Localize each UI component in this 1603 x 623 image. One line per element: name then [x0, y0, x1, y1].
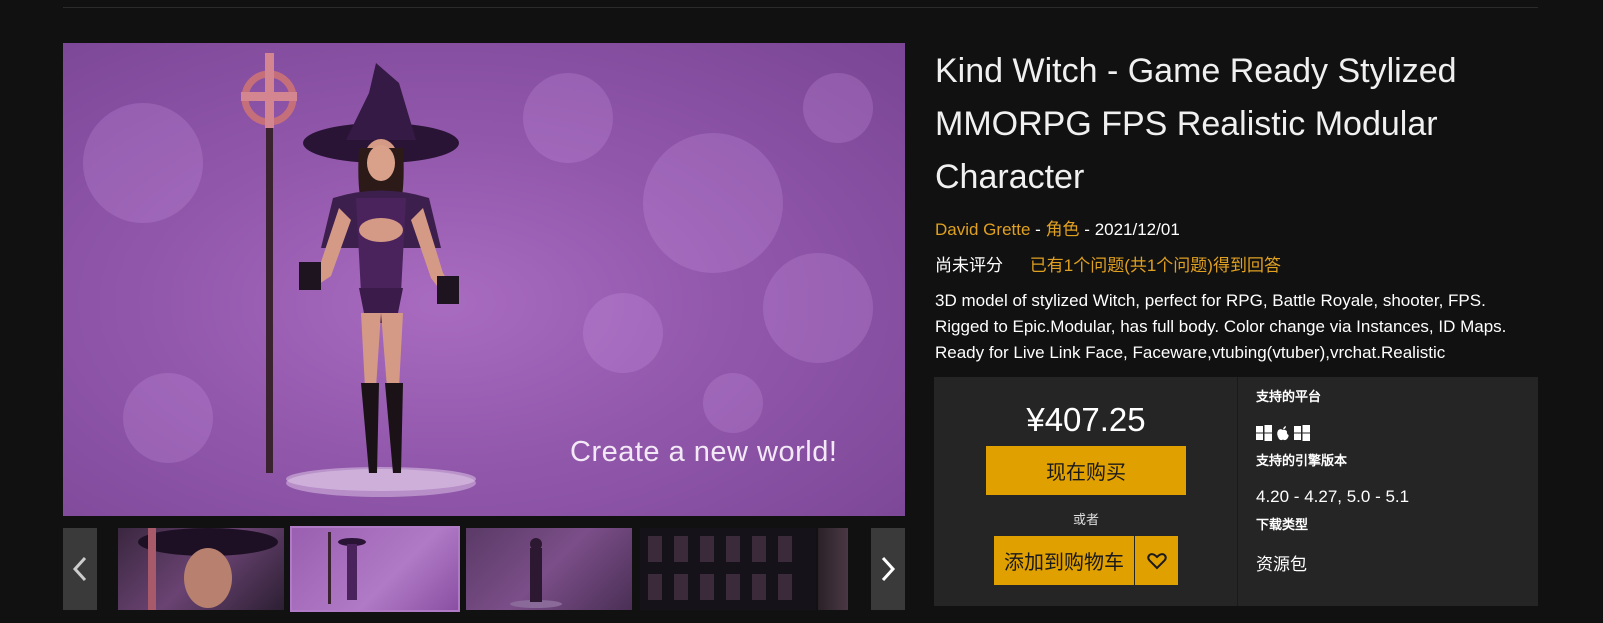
thumbnail-4[interactable] [640, 528, 816, 610]
release-date: 2021/12/01 [1094, 220, 1180, 239]
bokeh-light [583, 293, 663, 373]
product-title: Kind Witch - Game Ready Stylized MMORPG … [935, 52, 1457, 196]
chevron-left-icon [72, 556, 87, 582]
product-description: 3D model of stylized Witch, perfect for … [935, 291, 1507, 362]
engine-versions-label: 支持的引擎版本 [1256, 453, 1348, 468]
bokeh-light [123, 373, 213, 463]
hero-image[interactable]: Create a new world! [63, 43, 905, 516]
or-divider: 或者 [1072, 512, 1099, 527]
windows-icon [1294, 425, 1310, 441]
bokeh-light [763, 253, 873, 363]
thumbnail-image [138, 528, 278, 610]
thumbnail-5[interactable] [818, 528, 848, 610]
download-type-label: 下载类型 [1256, 517, 1309, 532]
thumbnail-image [328, 532, 366, 604]
gallery-next-button[interactable] [871, 528, 905, 610]
thumbnail-image [648, 536, 792, 600]
price: ¥407.25 [1026, 401, 1146, 438]
bokeh-light [83, 103, 203, 223]
author-link[interactable]: David Grette [935, 220, 1030, 239]
qa-link[interactable]: 已有1个问题(共1个问题)得到回答 [1030, 256, 1281, 275]
heart-icon [1146, 552, 1167, 569]
meta-separator: - [1035, 220, 1046, 239]
product-meta: David Grette - 角色 - 2021/12/01 [935, 215, 1180, 240]
thumbnail-strip [63, 526, 905, 612]
platform-icons [1256, 425, 1310, 441]
add-to-cart-button[interactable]: 添加到购物车 [994, 536, 1134, 585]
gallery-prev-button[interactable] [63, 528, 97, 610]
bokeh-light [523, 73, 613, 163]
purchase-panel: ¥407.25 现在购买 或者 添加到购物车 支持的平台 支持的引擎版本 4.2… [934, 377, 1538, 606]
purchase-actions: ¥407.25 现在购买 或者 添加到购物车 [934, 377, 1238, 606]
meta-separator: - [1084, 220, 1095, 239]
platforms-label: 支持的平台 [1256, 389, 1322, 404]
download-type: 资源包 [1256, 555, 1307, 574]
wishlist-button[interactable] [1135, 536, 1178, 585]
rating-row: 尚未评分 已有1个问题(共1个问题)得到回答 [935, 251, 1281, 276]
bokeh-light [703, 373, 763, 433]
chevron-right-icon [881, 556, 896, 582]
engine-versions: 4.20 - 4.27, 5.0 - 5.1 [1256, 487, 1410, 506]
apple-icon [1277, 426, 1289, 441]
top-divider [63, 7, 1538, 8]
rating-status: 尚未评分 [935, 256, 1003, 275]
category-link[interactable]: 角色 [1046, 220, 1080, 239]
thumbnail-3[interactable] [466, 528, 632, 610]
thumbnail-image [510, 538, 562, 608]
witch-character-render [241, 53, 476, 497]
thumbnail-1[interactable] [118, 528, 284, 610]
windows-icon [1256, 425, 1272, 441]
bokeh-light [803, 73, 873, 143]
hero-caption: Create a new world! [570, 436, 838, 468]
thumbnail-2[interactable] [290, 526, 460, 612]
bokeh-light [643, 133, 783, 273]
buy-now-button[interactable]: 现在购买 [986, 446, 1186, 495]
